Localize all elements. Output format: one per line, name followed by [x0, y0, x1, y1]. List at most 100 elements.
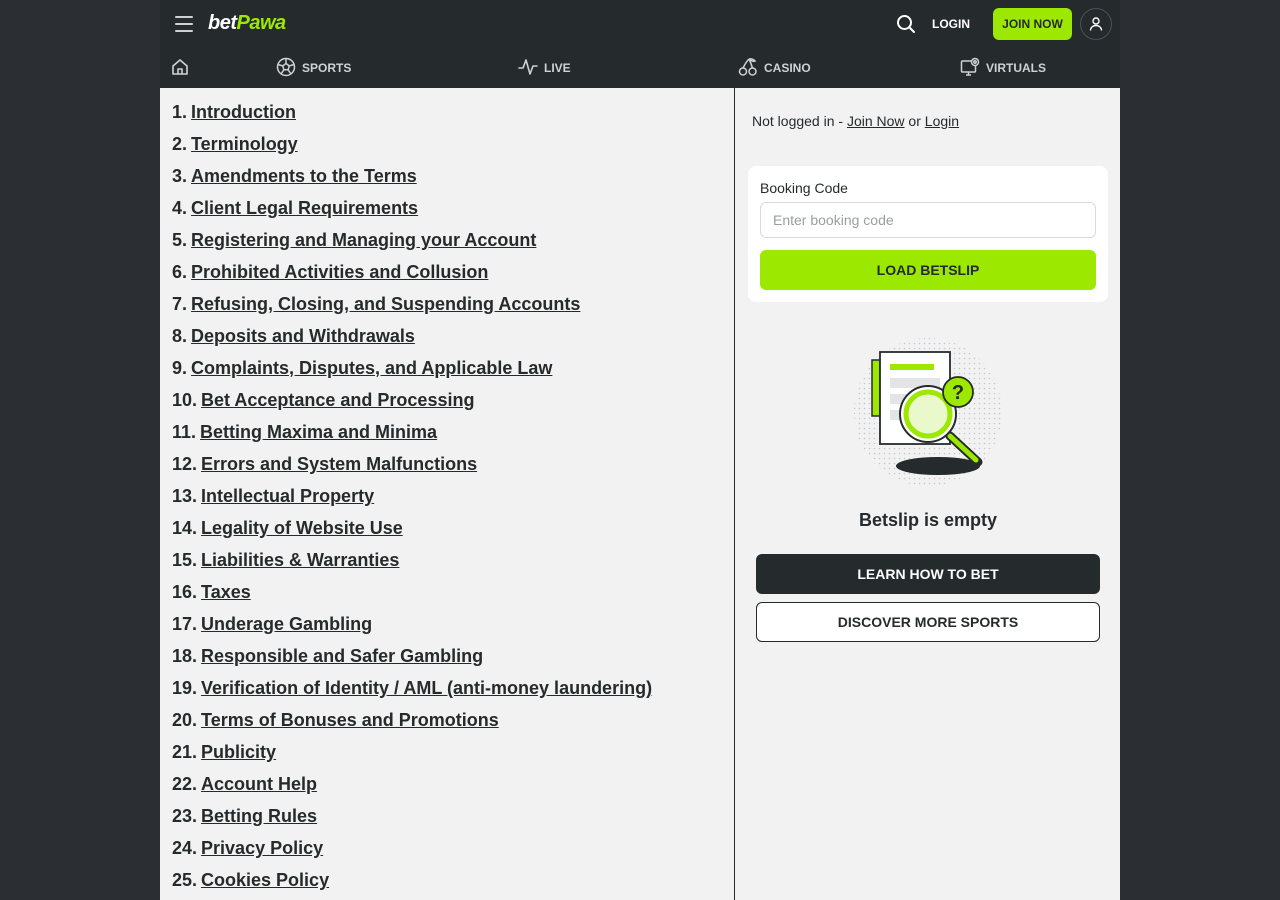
top-bar: betPawa LOGIN JOIN NOW	[160, 0, 1120, 48]
toc-item-link[interactable]: Legality of Website Use	[201, 518, 403, 538]
home-icon	[170, 57, 190, 80]
toc-item: 15. Liabilities & Warranties	[172, 548, 734, 580]
toc-item-link[interactable]: Responsible and Safer Gambling	[201, 646, 483, 666]
toc-item: 7. Refusing, Closing, and Suspending Acco…	[172, 292, 734, 324]
toc-item: 4. Client Legal Requirements	[172, 196, 734, 228]
status-join-link[interactable]: Join Now	[847, 113, 905, 129]
toc-item-link[interactable]: Terminology	[191, 134, 298, 154]
nav-sports[interactable]: SPORTS	[276, 48, 351, 88]
toc-item: 1. Introduction	[172, 100, 734, 132]
monitor-icon	[960, 57, 980, 80]
toc-item: 22. Account Help	[172, 772, 734, 804]
toc-item: 14. Legality of Website Use	[172, 516, 734, 548]
toc-item: 25. Cookies Policy	[172, 868, 734, 900]
toc-item-link[interactable]: Betting Maxima and Minima	[200, 422, 437, 442]
svg-text:?: ?	[952, 382, 964, 404]
toc-item-number: 21.	[172, 742, 198, 762]
toc-item-link[interactable]: Cookies Policy	[201, 870, 329, 890]
terms-content: 1. Introduction 2. Terminology 3. Amendments …	[160, 88, 735, 900]
toc-item-link[interactable]: Publicity	[201, 742, 276, 762]
user-icon[interactable]	[1080, 8, 1112, 40]
nav-home[interactable]	[170, 48, 190, 88]
toc-item: 9. Complaints, Disputes, and Applicable L…	[172, 356, 734, 388]
toc-item-number: 23.	[172, 806, 198, 826]
toc-item-number: 25.	[172, 870, 198, 890]
toc-item-link[interactable]: Liabilities & Warranties	[201, 550, 399, 570]
toc-item-link[interactable]: Taxes	[201, 582, 251, 602]
toc-item-number: 1.	[172, 102, 188, 122]
discover-more-sports-button[interactable]: DISCOVER MORE SPORTS	[756, 602, 1100, 642]
toc-item-number: 8.	[172, 326, 188, 346]
toc-item-link[interactable]: Underage Gambling	[201, 614, 372, 634]
nav-virtuals[interactable]: VIRTUALS	[960, 48, 1046, 88]
toc-item-link[interactable]: Complaints, Disputes, and Applicable Law	[191, 358, 552, 378]
toc-item-link[interactable]: Amendments to the Terms	[191, 166, 417, 186]
toc-item: 3. Amendments to the Terms	[172, 164, 734, 196]
status-login-link[interactable]: Login	[925, 113, 959, 129]
toc-item-link[interactable]: Refusing, Closing, and Suspending Accoun…	[191, 294, 580, 314]
toc-item-link[interactable]: Client Legal Requirements	[191, 198, 418, 218]
toc-item: 6. Prohibited Activities and Collusion	[172, 260, 734, 292]
toc-item-number: 14.	[172, 518, 198, 538]
nav-sports-label: SPORTS	[302, 61, 352, 75]
toc-item: 17. Underage Gambling	[172, 612, 734, 644]
toc-item-number: 19.	[172, 678, 198, 698]
toc-item: 24. Privacy Policy	[172, 836, 734, 868]
toc-item: 2. Terminology	[172, 132, 734, 164]
toc-item-link[interactable]: Registering and Managing your Account	[191, 230, 536, 250]
toc-item: 20. Terms of Bonuses and Promotions	[172, 708, 734, 740]
betpawa-logo[interactable]: betPawa	[208, 12, 286, 35]
nav-live[interactable]: LIVE	[518, 48, 571, 88]
toc-item-link[interactable]: Intellectual Property	[201, 486, 374, 506]
booking-code-label: Booking Code	[760, 180, 848, 196]
toc-item-link[interactable]: Betting Rules	[201, 806, 317, 826]
toc-item-number: 24.	[172, 838, 198, 858]
toc-item: 23. Betting Rules	[172, 804, 734, 836]
toc-item-link[interactable]: Bet Acceptance and Processing	[201, 390, 474, 410]
toc-item-link[interactable]: Verification of Identity / AML (anti-mon…	[201, 678, 652, 698]
toc-item-link[interactable]: Privacy Policy	[201, 838, 323, 858]
learn-how-to-bet-button[interactable]: LEARN HOW TO BET	[756, 554, 1100, 594]
nav-virtuals-label: VIRTUALS	[986, 61, 1046, 75]
toc-item-number: 17.	[172, 614, 198, 634]
toc-item-number: 11.	[172, 422, 197, 442]
login-status: Not logged in - Join Now or Login	[752, 113, 959, 129]
toc-item: 13. Intellectual Property	[172, 484, 734, 516]
toc-item: 19. Verification of Identity / AML (anti-…	[172, 676, 734, 708]
main-nav: SPORTS LIVE CASINO VIRTUALS	[160, 48, 1120, 88]
toc-item: 5. Registering and Managing your Account	[172, 228, 734, 260]
toc-item-number: 16.	[172, 582, 198, 602]
login-button[interactable]: LOGIN	[932, 14, 970, 34]
toc-item: 11. Betting Maxima and Minima	[172, 420, 734, 452]
search-icon[interactable]	[894, 12, 918, 36]
toc-item-link[interactable]: Deposits and Withdrawals	[191, 326, 415, 346]
toc-item-link[interactable]: Account Help	[201, 774, 317, 794]
booking-code-card: Booking Code LOAD BETSLIP	[748, 166, 1108, 302]
toc-item-number: 2.	[172, 134, 188, 154]
toc-item-link[interactable]: Errors and System Malfunctions	[201, 454, 477, 474]
betslip-sidebar: Not logged in - Join Now or Login Bookin…	[736, 88, 1120, 900]
toc-item-link[interactable]: Introduction	[191, 102, 296, 122]
toc-item-number: 20.	[172, 710, 198, 730]
booking-code-input[interactable]	[760, 202, 1096, 238]
toc-item: 21. Publicity	[172, 740, 734, 772]
nav-casino-label: CASINO	[764, 61, 811, 75]
soccer-ball-icon	[276, 57, 296, 80]
toc-item: 12. Errors and System Malfunctions	[172, 452, 734, 484]
app-shell: betPawa LOGIN JOIN NOW SPORTS LIVE CASIN…	[160, 0, 1120, 900]
toc-item-number: 3.	[172, 166, 188, 186]
toc-item-number: 9.	[172, 358, 188, 378]
toc-item-number: 5.	[172, 230, 188, 250]
toc-item-link[interactable]: Prohibited Activities and Collusion	[191, 262, 488, 282]
toc-item-number: 22.	[172, 774, 198, 794]
toc-item: 16. Taxes	[172, 580, 734, 612]
hamburger-menu-icon[interactable]	[172, 12, 196, 36]
terms-toc-list: 1. Introduction 2. Terminology 3. Amendments …	[172, 100, 734, 900]
toc-item: 18. Responsible and Safer Gambling	[172, 644, 734, 676]
nav-casino[interactable]: CASINO	[738, 48, 811, 88]
join-now-button[interactable]: JOIN NOW	[993, 8, 1072, 40]
logo-pawa-text: Pawa	[236, 12, 287, 34]
toc-item-link[interactable]: Terms of Bonuses and Promotions	[201, 710, 499, 730]
toc-item: 10. Bet Acceptance and Processing	[172, 388, 734, 420]
load-betslip-button[interactable]: LOAD BETSLIP	[760, 250, 1096, 290]
